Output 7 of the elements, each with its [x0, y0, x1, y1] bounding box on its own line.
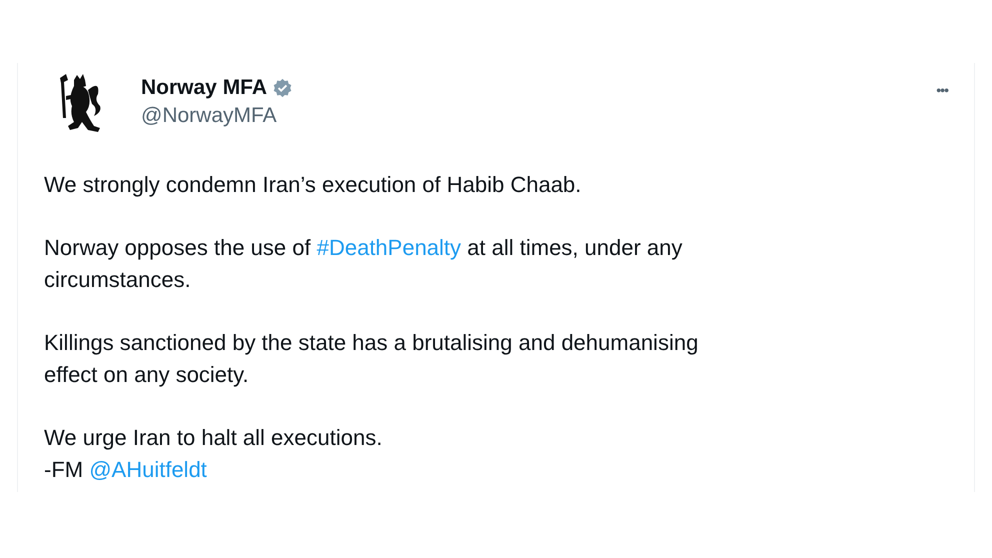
tweet-paragraph: We urge Iran to halt all executions. -FM @AHuitfeldt	[44, 424, 384, 484]
more-button[interactable]: •••	[932, 80, 952, 100]
tweet-paragraph: Norway opposes the use of #DeathPenalty at all times, under any circumstances.	[44, 234, 684, 294]
author-handle[interactable]: @NorwayMFA	[141, 104, 294, 128]
tweet-paragraph: We strongly condemn Iran’s execution of Habib Chaab.	[44, 171, 582, 199]
tweet-paragraph: Killings sanctioned by the state has a brutalising and dehumanising effect on any society.	[44, 329, 700, 389]
author-name[interactable]: Norway MFA	[141, 76, 268, 100]
